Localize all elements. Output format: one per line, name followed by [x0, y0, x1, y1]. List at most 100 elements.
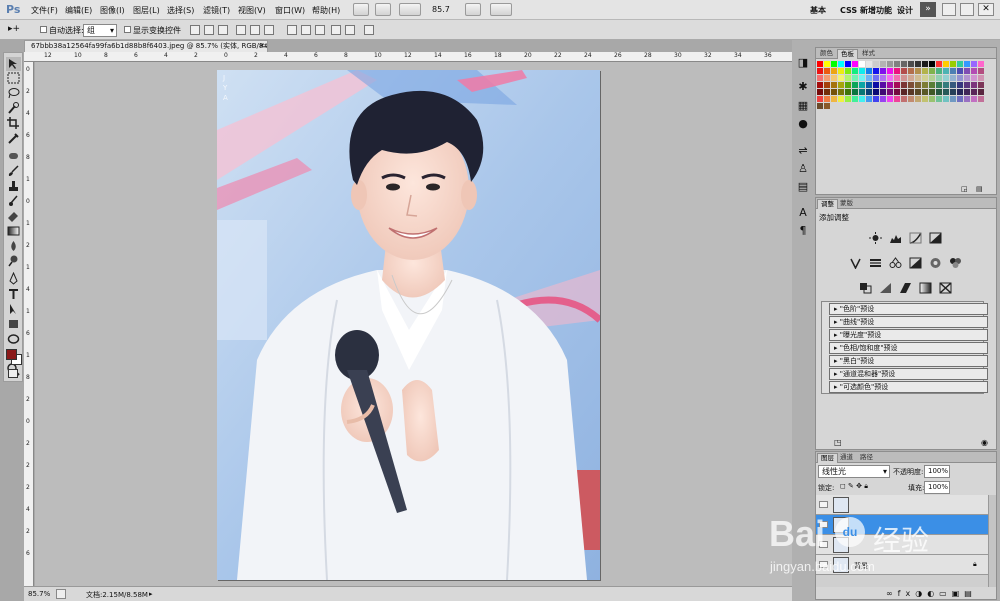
- quick-select-tool-icon[interactable]: [6, 101, 21, 115]
- color-swatch[interactable]: [964, 75, 970, 81]
- color-swatch[interactable]: [922, 75, 928, 81]
- color-swatch[interactable]: [978, 89, 984, 95]
- document-image[interactable]: J Y A: [217, 70, 600, 580]
- color-swatch[interactable]: [957, 82, 963, 88]
- color-swatch[interactable]: [845, 75, 851, 81]
- color-swatch[interactable]: [908, 75, 914, 81]
- marquee-tool-icon[interactable]: [6, 71, 21, 85]
- type-tool-icon[interactable]: [6, 287, 21, 301]
- menu-select[interactable]: 选择(S): [167, 5, 194, 16]
- align-right-icon[interactable]: [264, 25, 274, 35]
- color-swatch[interactable]: [922, 89, 928, 95]
- preset-exposure[interactable]: ▸ "曝光度"预设: [829, 329, 988, 341]
- threshold-icon[interactable]: [899, 282, 912, 294]
- color-swatch[interactable]: [838, 89, 844, 95]
- color-swatch[interactable]: [866, 68, 872, 74]
- color-swatch[interactable]: [831, 82, 837, 88]
- color-swatch[interactable]: [922, 68, 928, 74]
- menu-layer[interactable]: 图层(L): [133, 5, 160, 16]
- visibility-eye-icon[interactable]: [819, 541, 828, 548]
- color-swatch[interactable]: [964, 96, 970, 102]
- preset-black-white[interactable]: ▸ "黑白"预设: [829, 355, 988, 367]
- color-swatch[interactable]: [838, 82, 844, 88]
- dodge-tool-icon[interactable]: [6, 254, 21, 268]
- color-swatch[interactable]: [838, 61, 844, 67]
- color-swatch[interactable]: [887, 75, 893, 81]
- auto-select-dropdown[interactable]: 组 ▾: [83, 24, 117, 37]
- color-swatch[interactable]: [824, 75, 830, 81]
- color-swatch[interactable]: [971, 75, 977, 81]
- color-swatch[interactable]: [915, 89, 921, 95]
- gradient-tool-icon[interactable]: [6, 224, 21, 238]
- menu-edit[interactable]: 编辑(E): [65, 5, 92, 16]
- color-swatch[interactable]: [943, 89, 949, 95]
- pen-tool-icon[interactable]: [6, 271, 21, 286]
- color-swatch[interactable]: [887, 89, 893, 95]
- tab-styles[interactable]: 样式: [859, 49, 878, 59]
- menu-image[interactable]: 图像(I): [100, 5, 125, 16]
- menu-file[interactable]: 文件(F): [31, 5, 58, 16]
- color-swatch[interactable]: [922, 82, 928, 88]
- color-swatch[interactable]: [859, 61, 865, 67]
- color-swatch[interactable]: [866, 61, 872, 67]
- gradient-map-icon[interactable]: [919, 282, 932, 294]
- color-swatch[interactable]: [880, 61, 886, 67]
- color-swatch[interactable]: [929, 82, 935, 88]
- color-swatch[interactable]: [894, 75, 900, 81]
- close-tab-icon[interactable]: ✕: [259, 41, 265, 52]
- color-swatch[interactable]: [901, 68, 907, 74]
- color-swatch[interactable]: [922, 61, 928, 67]
- black-white-icon[interactable]: [909, 257, 922, 269]
- color-swatch[interactable]: [943, 96, 949, 102]
- color-swatch[interactable]: [978, 96, 984, 102]
- workspace-more-icon[interactable]: »: [920, 2, 936, 17]
- color-swatch[interactable]: [887, 82, 893, 88]
- menu-filter[interactable]: 滤镜(T): [203, 5, 230, 16]
- align-vcenter-icon[interactable]: [204, 25, 214, 35]
- color-swatch[interactable]: [971, 68, 977, 74]
- move-tool-icon[interactable]: ▸+: [8, 24, 26, 36]
- color-swatch[interactable]: [908, 61, 914, 67]
- color-swatch[interactable]: [915, 96, 921, 102]
- paragraph-panel-icon[interactable]: ¶: [795, 224, 811, 240]
- color-swatch[interactable]: [824, 61, 830, 67]
- color-swatch[interactable]: [943, 82, 949, 88]
- color-swatch[interactable]: [831, 75, 837, 81]
- status-info-icon[interactable]: [56, 589, 66, 599]
- color-swatch[interactable]: [943, 68, 949, 74]
- path-selection-tool-icon[interactable]: [6, 302, 21, 316]
- preset-channel-mixer[interactable]: ▸ "通道混和器"预设: [829, 368, 988, 380]
- color-swatch[interactable]: [824, 68, 830, 74]
- tab-paths[interactable]: 路径: [857, 453, 876, 463]
- mini-bridge-button[interactable]: [375, 3, 391, 16]
- color-swatch[interactable]: [908, 68, 914, 74]
- auto-select-checkbox[interactable]: [40, 26, 47, 33]
- color-swatch[interactable]: [880, 68, 886, 74]
- color-swatch[interactable]: [866, 96, 872, 102]
- clone-stamp-tool-icon[interactable]: [6, 179, 21, 193]
- color-swatch[interactable]: [859, 68, 865, 74]
- menu-help[interactable]: 帮助(H): [312, 5, 340, 16]
- color-swatch[interactable]: [887, 96, 893, 102]
- color-swatch[interactable]: [873, 96, 879, 102]
- color-swatch[interactable]: [929, 61, 935, 67]
- color-balance-icon[interactable]: [889, 257, 902, 269]
- adjustment-options-icon[interactable]: ◉: [981, 438, 988, 447]
- histogram-panel-icon[interactable]: ▦: [795, 99, 811, 115]
- color-swatch[interactable]: [838, 68, 844, 74]
- color-swatch[interactable]: [915, 82, 921, 88]
- color-swatch[interactable]: [859, 89, 865, 95]
- visibility-eye-icon[interactable]: [819, 521, 828, 528]
- workspace-css[interactable]: CSS 新增功能: [840, 5, 892, 16]
- tool-presets-panel-icon[interactable]: ▤: [795, 180, 811, 196]
- color-swatch[interactable]: [971, 89, 977, 95]
- tab-color[interactable]: 颜色: [817, 49, 836, 59]
- delete-swatch-icon[interactable]: ▤: [976, 185, 983, 193]
- new-swatch-icon[interactable]: ◲: [961, 185, 968, 193]
- character-panel-icon[interactable]: A: [795, 206, 811, 222]
- menu-window[interactable]: 窗口(W): [275, 5, 305, 16]
- visibility-eye-icon[interactable]: [819, 501, 828, 508]
- color-swatch[interactable]: [936, 89, 942, 95]
- color-swatch[interactable]: [873, 82, 879, 88]
- color-swatch[interactable]: [817, 96, 823, 102]
